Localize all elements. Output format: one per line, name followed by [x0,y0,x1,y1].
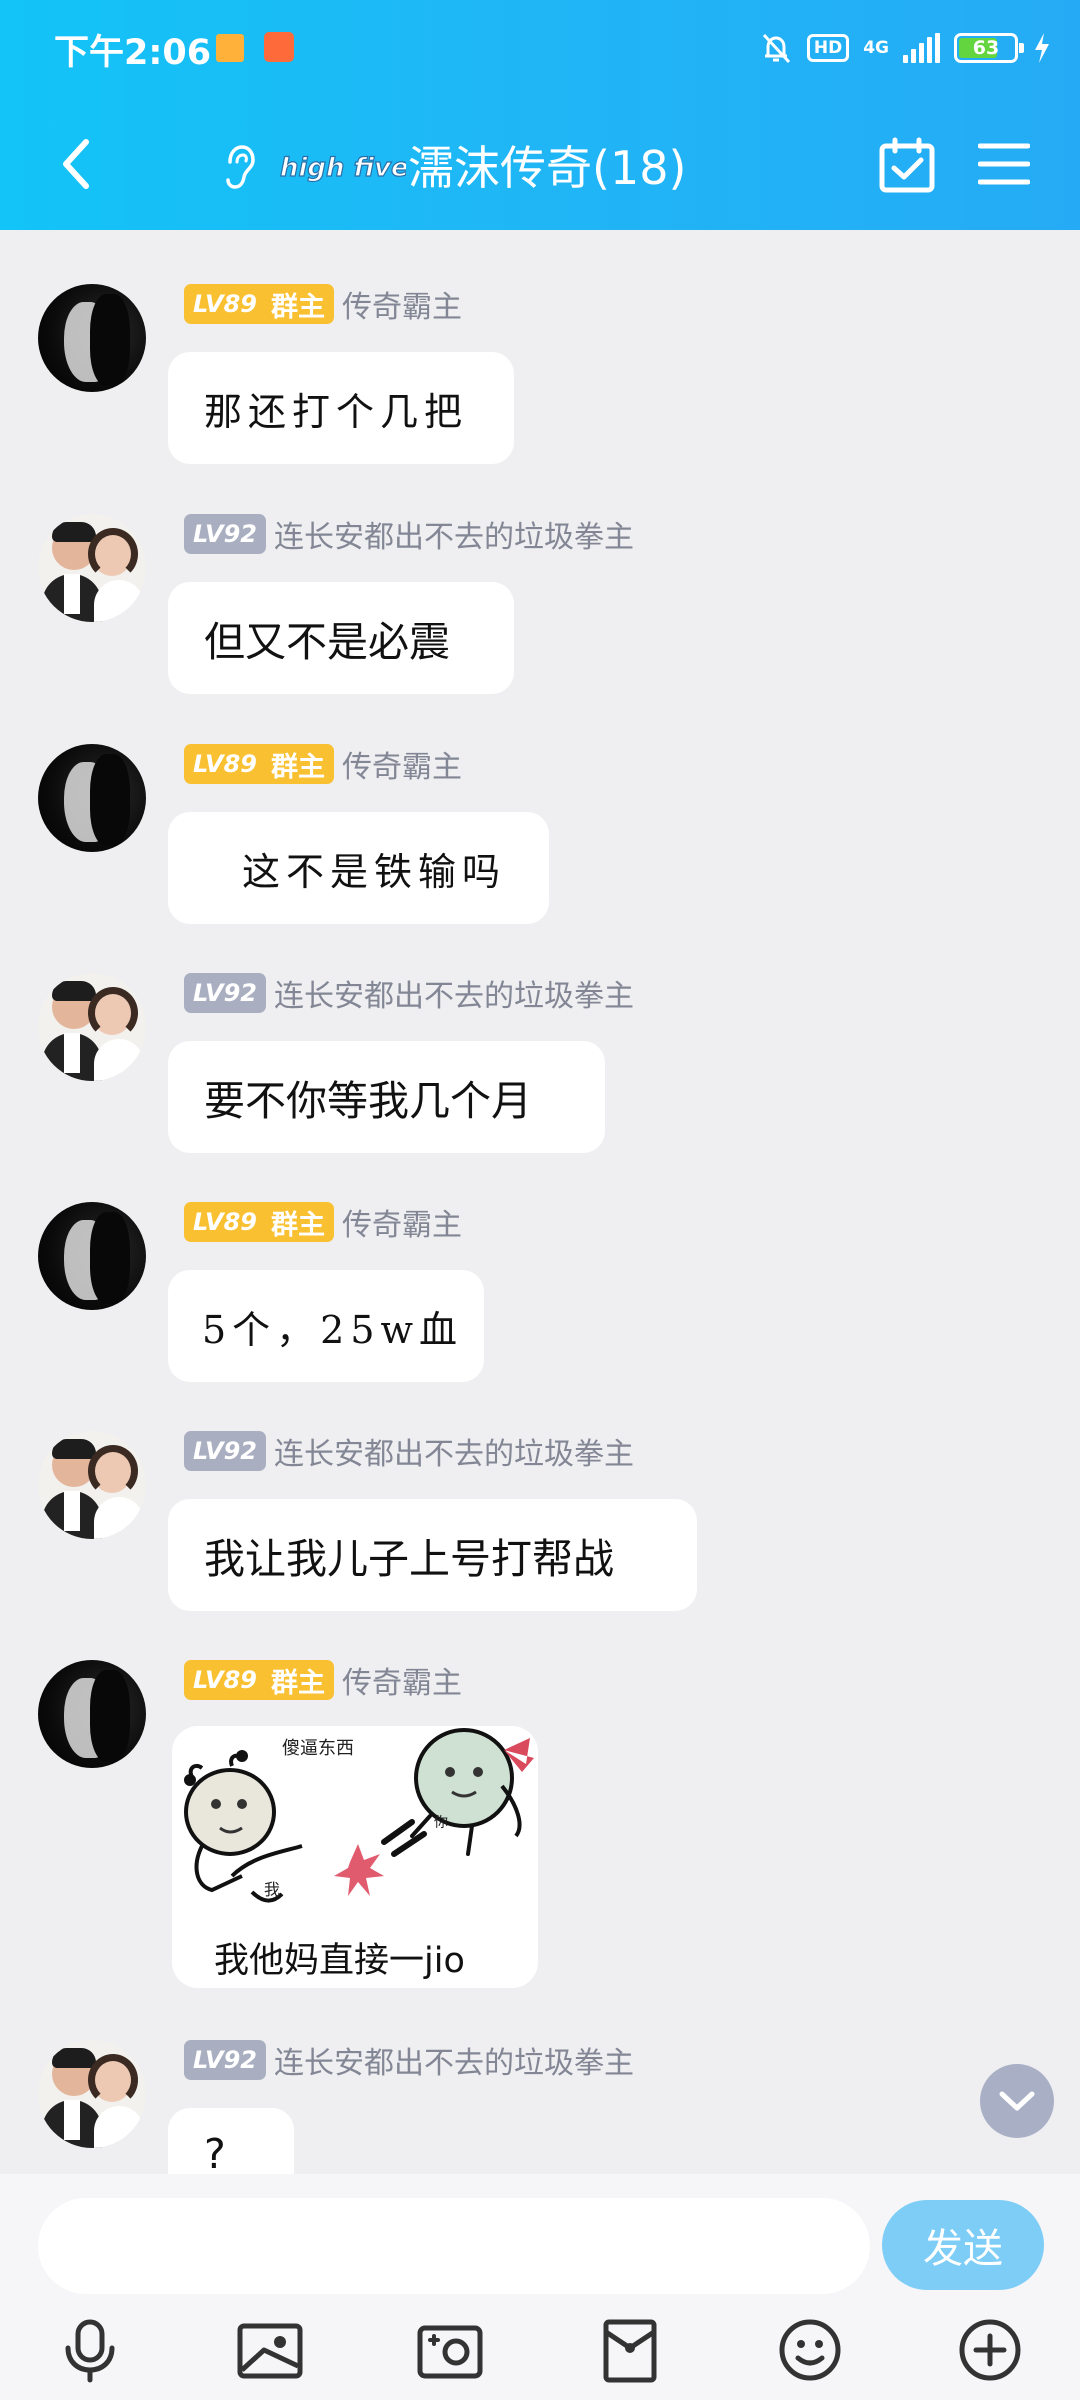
shopping-bag-icon [264,32,294,62]
level-badge: LV92 [184,514,266,554]
sender-meta: LV92 连长安都出不去的垃圾拳主 [184,1429,634,1473]
sender-meta: LV89 群主 传奇霸主 [184,1200,462,1244]
avatar[interactable] [38,1660,146,1768]
level-badge: LV92 [184,2040,266,2080]
sender-meta: LV89 群主 传奇霸主 [184,1658,462,1702]
avatar[interactable] [38,2040,146,2148]
input-toolbar [0,2314,1080,2394]
level-badge: LV92 [184,973,266,1013]
battery-level: 63 [972,37,1000,59]
charging-icon [1035,33,1049,63]
camera-icon[interactable] [414,2314,486,2386]
avatar[interactable] [38,1202,146,1310]
message-bubble[interactable]: 要不你等我几个月 [168,1041,605,1153]
status-bar: 下午2:06 HD 4G 63 [0,0,1080,96]
mute-bell-icon [762,33,790,64]
sticker-me-label: 我 [264,1880,281,1899]
notification-square-icon [216,34,244,62]
sender-name[interactable]: 连长安都出不去的垃圾拳主 [274,512,634,556]
high-five-badge: high five [279,152,406,183]
back-arrow-icon[interactable] [52,136,104,192]
level-badge: LV92 [184,1431,266,1471]
battery-icon: 63 [954,33,1024,63]
message-bubble[interactable]: 那还打个几把 [168,352,514,464]
message-bubble[interactable]: 这不是铁输吗 [168,812,549,924]
hd-badge: HD [806,34,850,62]
sender-name[interactable]: 传奇霸主 [342,282,462,326]
avatar[interactable] [38,514,146,622]
svg-text:high five: high five [280,153,406,183]
image-icon[interactable] [234,2314,306,2386]
avatar[interactable] [38,973,146,1081]
avatar[interactable] [38,744,146,852]
sender-meta: LV89 群主 传奇霸主 [184,282,462,326]
owner-level-badge: LV89 群主 [184,744,334,784]
ear-icon[interactable] [218,142,258,192]
group-title[interactable]: 濡沫传奇(18) [408,132,686,198]
input-bar: 发送 [0,2174,1080,2400]
signal-icon [903,33,940,63]
sender-meta: LV92 连长安都出不去的垃圾拳主 [184,512,634,556]
sender-name[interactable]: 连长安都出不去的垃圾拳主 [274,2038,634,2082]
scroll-to-bottom-button[interactable] [980,2064,1054,2138]
sticker-caption: 我他妈直接一jio [214,1941,465,1981]
message-bubble[interactable]: ? [168,2108,294,2178]
owner-level-badge: LV89 群主 [184,1660,334,1700]
send-button[interactable]: 发送 [882,2200,1044,2290]
microphone-icon[interactable] [54,2314,126,2386]
sender-name[interactable]: 传奇霸主 [342,742,462,786]
emoji-icon[interactable] [774,2314,846,2386]
avatar[interactable] [38,1431,146,1539]
sender-meta: LV92 连长安都出不去的垃圾拳主 [184,2038,634,2082]
sender-name[interactable]: 传奇霸主 [342,1658,462,1702]
sender-name[interactable]: 传奇霸主 [342,1200,462,1244]
sticker-you-label: 你 [434,1815,448,1831]
message-input[interactable] [38,2198,870,2294]
message-bubble[interactable]: 但又不是必震 [168,582,514,694]
avatar[interactable] [38,284,146,392]
calendar-check-icon[interactable] [878,136,936,194]
plus-icon[interactable] [954,2314,1026,2386]
owner-level-badge: LV89 群主 [184,284,334,324]
menu-icon[interactable] [978,142,1030,186]
status-icons: HD 4G 63 [759,26,1052,70]
message-bubble[interactable]: 我让我儿子上号打帮战 [168,1499,697,1611]
chat-header: 下午2:06 HD 4G 63 high five 濡沫传奇(18) [0,0,1080,230]
sticker-top-text: 傻逼东西 [282,1738,354,1759]
chevron-down-icon [999,2091,1035,2111]
status-time: 下午2:06 [54,33,212,73]
sender-name[interactable]: 连长安都出不去的垃圾拳主 [274,1429,634,1473]
sender-name[interactable]: 连长安都出不去的垃圾拳主 [274,971,634,1015]
red-packet-icon[interactable] [594,2314,666,2386]
message-bubble[interactable]: 5个，25w血 [168,1270,484,1382]
owner-level-badge: LV89 群主 [184,1202,334,1242]
network-type: 4G [863,38,889,58]
title-bar: high five 濡沫传奇(18) [0,110,1080,220]
sender-meta: LV92 连长安都出不去的垃圾拳主 [184,971,634,1015]
sticker-image[interactable]: 傻逼东西 我 你 我他妈直接一jio [172,1726,538,1988]
sender-meta: LV89 群主 传奇霸主 [184,742,462,786]
